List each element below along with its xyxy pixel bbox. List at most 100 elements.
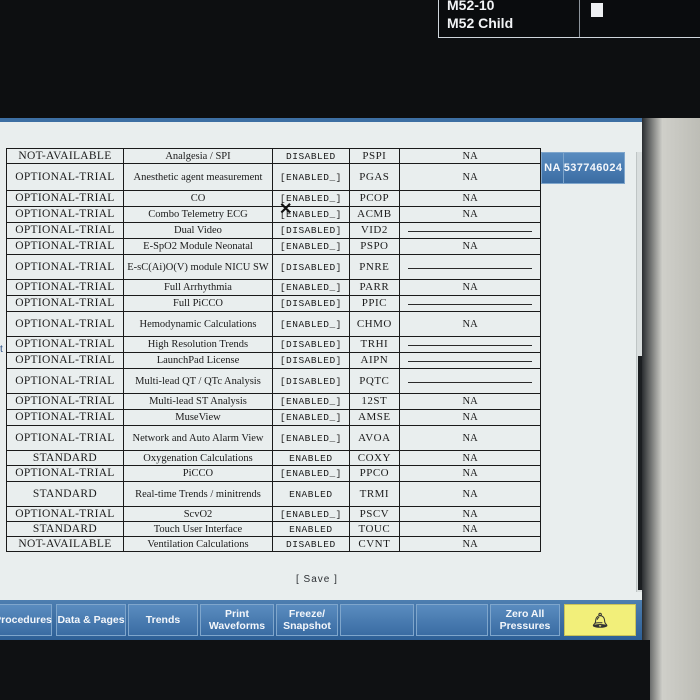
state-cell[interactable]: [DISABLED] xyxy=(272,295,350,312)
code-cell: CVNT xyxy=(348,536,401,552)
license-cell: NOT-AVAILABLE xyxy=(6,148,124,164)
code-cell: AMSE xyxy=(348,409,401,426)
table-row: OPTIONAL-TRIAL Multi-lead QT / QTc Analys… xyxy=(6,152,646,394)
code-cell: COXY xyxy=(348,450,401,466)
state-cell[interactable]: [ENABLED_] xyxy=(272,163,350,191)
license-cell: OPTIONAL-TRIAL xyxy=(6,222,124,239)
code-cell: CHMO xyxy=(348,311,401,337)
state-cell[interactable]: [ENABLED_] xyxy=(272,425,350,451)
state-cell[interactable]: DISABLED xyxy=(272,148,350,164)
state-cell[interactable]: [ENABLED_] xyxy=(272,465,350,482)
blank-entry-line[interactable] xyxy=(408,345,533,346)
license-cell: STANDARD xyxy=(6,450,124,466)
blank-entry-line[interactable] xyxy=(408,231,533,232)
table-row: OPTIONAL-TRIAL Dual Video [DISABLED] VID2 xyxy=(6,152,646,239)
na-cell xyxy=(399,336,542,353)
na-cell: NA xyxy=(399,536,542,552)
state-cell[interactable]: [DISABLED] xyxy=(272,254,350,280)
code-cell: PSPO xyxy=(348,238,401,255)
license-cell: OPTIONAL-TRIAL xyxy=(6,311,124,337)
monitor-bezel-bottom xyxy=(0,640,650,700)
print-waveforms-key[interactable]: Print Waveforms xyxy=(200,604,274,636)
code-cell: VID2 xyxy=(348,222,401,239)
feature-cell: Touch User Interface xyxy=(122,521,274,537)
na-cell: NA xyxy=(399,163,542,191)
alarm-silence-key[interactable]: 🔔︎ xyxy=(564,604,636,636)
feature-cell: Combo Telemetry ECG xyxy=(122,206,274,223)
table-row: OPTIONAL-TRIAL ScvO2 [ENABLED_] PSCV NA 70153… xyxy=(6,152,646,522)
table-row: OPTIONAL-TRIAL Combo Telemetry ECG [ENABLE… xyxy=(6,152,646,223)
blank-entry-line[interactable] xyxy=(408,304,533,305)
license-cell: OPTIONAL-TRIAL xyxy=(6,368,124,394)
state-cell[interactable]: ENABLED xyxy=(272,481,350,507)
state-cell[interactable]: [ENABLED_] xyxy=(272,279,350,296)
state-cell[interactable]: [DISABLED] xyxy=(272,352,350,369)
state-cell[interactable]: [DISABLED] xyxy=(272,368,350,394)
na-cell: NA xyxy=(399,481,542,507)
code-cell: PPCO xyxy=(348,465,401,482)
blank-entry-line[interactable] xyxy=(408,361,533,362)
table-row: OPTIONAL-TRIAL Full Arrhythmia [ENABLED_] P… xyxy=(6,152,646,296)
na-cell: NA xyxy=(399,148,542,164)
feature-cell: Analgesia / SPI xyxy=(122,148,274,164)
table-row: OPTIONAL-TRIALCO[ENABLED_]PCOPNA27631675… xyxy=(6,152,646,207)
state-cell[interactable]: [ENABLED_] xyxy=(272,506,350,522)
zero-all-pressures-key[interactable]: Zero All Pressures xyxy=(490,604,560,636)
state-cell[interactable]: [DISABLED] xyxy=(272,336,350,353)
state-cell[interactable]: ENABLED xyxy=(272,450,350,466)
table-row: STANDARD Real-time Trends / minitrends ENA… xyxy=(6,152,646,507)
state-cell[interactable]: ENABLED xyxy=(272,521,350,537)
code-cell: PGAS xyxy=(348,163,401,191)
code-cell: PCOP xyxy=(348,190,401,207)
blank-entry-line[interactable] xyxy=(408,381,533,383)
state-cell[interactable]: [ENABLED_] xyxy=(272,311,350,337)
blank-entry-line[interactable] xyxy=(408,267,533,269)
procedures-key[interactable]: Procedures xyxy=(0,604,52,636)
state-cell[interactable]: [DISABLED] xyxy=(272,222,350,239)
na-cell: NA xyxy=(399,506,542,522)
license-cell: NOT-AVAILABLE xyxy=(6,536,124,552)
alarm-bell-icon: 🔔︎ xyxy=(591,612,609,628)
edge-mark: t xyxy=(0,344,3,355)
license-cell: OPTIONAL-TRIAL xyxy=(6,352,124,369)
inactive-key-1[interactable] xyxy=(340,604,414,636)
state-cell[interactable]: [ENABLED_] xyxy=(272,409,350,426)
feature-cell: Multi-lead QT / QTc Analysis xyxy=(122,368,274,394)
code-cell: AIPN xyxy=(348,352,401,369)
feature-cell: E-sC(Ai)O(V) module NICU SW xyxy=(122,254,274,280)
na-cell xyxy=(399,295,542,312)
code-cell: PSPI xyxy=(348,148,401,164)
code-cell: TRMI xyxy=(348,481,401,507)
data-pages-key[interactable]: Data & Pages xyxy=(56,604,126,636)
patient-info-box: M52-10 M52 Child xyxy=(438,0,700,38)
state-cell[interactable]: [ENABLED_] xyxy=(272,393,350,410)
na-cell: NA xyxy=(399,521,542,537)
code-cell: PPIC xyxy=(348,295,401,312)
feature-cell: Ventilation Calculations xyxy=(122,536,274,552)
monitor-model: M52-10 xyxy=(447,0,495,13)
info-divider xyxy=(579,0,580,37)
state-cell[interactable]: [ENABLED_] xyxy=(272,238,350,255)
code-cell: 12ST xyxy=(348,393,401,410)
trends-key[interactable]: Trends xyxy=(128,604,198,636)
table-row: OPTIONAL-TRIALMuseView[ENABLED_]AMSENA70… xyxy=(6,152,646,426)
state-cell[interactable]: DISABLED xyxy=(272,536,350,552)
license-cell: OPTIONAL-TRIAL xyxy=(6,425,124,451)
freeze-snapshot-key[interactable]: Freeze/ Snapshot xyxy=(276,604,338,636)
feature-cell: CO xyxy=(122,190,274,207)
license-cell: STANDARD xyxy=(6,521,124,537)
license-table: NOT-AVAILABLE Analgesia / SPI DISABLED PSPI… xyxy=(6,148,646,552)
table-row: OPTIONAL-TRIAL Hemodynamic Calculations [E… xyxy=(6,152,646,337)
inactive-key-2[interactable] xyxy=(416,604,488,636)
na-cell: NA xyxy=(399,190,542,207)
feature-cell: High Resolution Trends xyxy=(122,336,274,353)
table-row: NOT-AVAILABLE Ventilation Calculations DIS… xyxy=(6,152,646,552)
feature-cell: E-SpO2 Module Neonatal xyxy=(122,238,274,255)
code-cell: TRHI xyxy=(348,336,401,353)
feature-cell: Hemodynamic Calculations xyxy=(122,311,274,337)
save-button[interactable]: [ Save ] xyxy=(296,574,338,585)
code-cell: PQTC xyxy=(348,368,401,394)
license-cell: OPTIONAL-TRIAL xyxy=(6,409,124,426)
na-cell xyxy=(399,222,542,239)
feature-cell: Network and Auto Alarm View xyxy=(122,425,274,451)
